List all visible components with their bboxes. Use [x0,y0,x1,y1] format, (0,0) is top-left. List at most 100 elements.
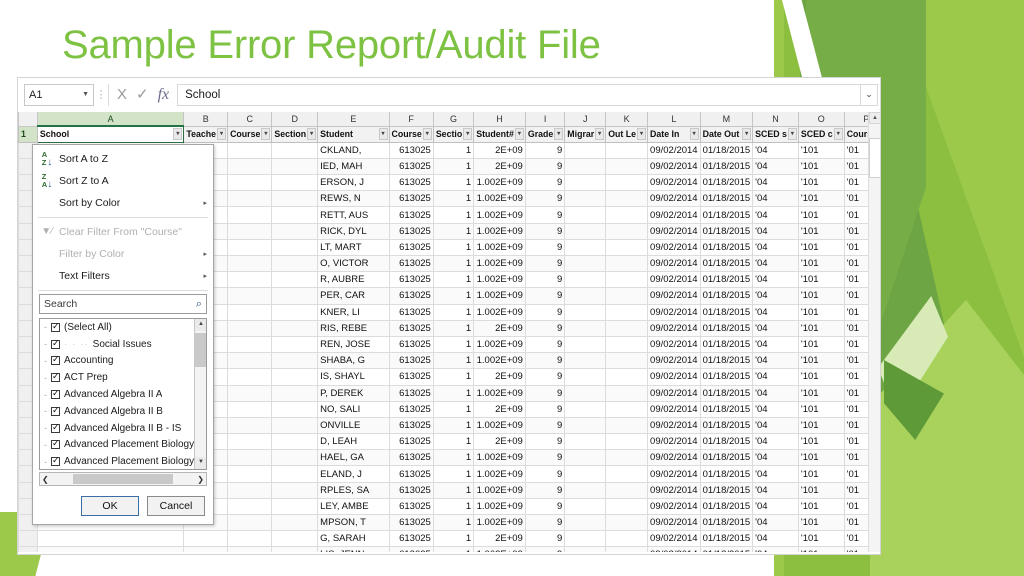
filter-arrow-icon[interactable]: ▾ [554,127,564,140]
cell-section_name[interactable] [271,174,319,192]
cell-section[interactable]: 1 [432,449,475,467]
cell-course[interactable]: 613025 [388,254,434,273]
cell-grade[interactable]: 9 [524,497,566,516]
cell-dateout[interactable]: 01/18/2015 [699,254,754,273]
cell-migrant[interactable] [564,222,607,240]
cell-datein[interactable]: 09/02/2014 [647,530,701,548]
cell-migrant[interactable] [564,287,607,305]
scroll-left-icon[interactable]: ❮ [42,475,49,484]
cell-course[interactable]: 613025 [388,530,434,548]
filter-arrow-icon[interactable]: ▾ [689,127,699,140]
filter-checkbox-list[interactable]: - (Select All) - · · ·· Social Issues - Accou… [39,318,207,470]
cell-studentnum[interactable]: 1.002E+09 [473,174,526,192]
cell-migrant[interactable] [564,174,607,192]
cell-grade[interactable]: 9 [524,449,566,467]
cell-dateout[interactable]: 01/18/2015 [699,384,754,402]
cell-course_name[interactable] [227,238,273,257]
cell-course[interactable]: 613025 [388,368,434,386]
cell-course_name[interactable] [227,174,273,192]
cell-outlet[interactable] [605,190,649,208]
vertical-scrollbar[interactable]: ▲ [868,112,880,552]
checkbox[interactable] [51,455,60,467]
cell-migrant[interactable] [564,303,607,321]
filter-list-item[interactable]: - · · ·· Social Issues [40,336,206,353]
cell-datein[interactable]: 09/02/2014 [647,546,701,552]
cell-section_name[interactable] [271,400,319,418]
cell-student[interactable]: LIS, JENN [317,546,390,552]
cell-section_name[interactable] [271,222,319,240]
cell-section_name[interactable] [271,465,319,483]
filter-arrow-icon[interactable]: ▾ [217,127,227,140]
cell-course[interactable]: 613025 [388,416,434,435]
filter-list-item[interactable]: - Advanced Algebra II A [40,386,206,403]
cell-migrant[interactable] [564,352,607,370]
cell-course[interactable]: 613025 [388,303,434,321]
cell-dateout[interactable]: 01/18/2015 [699,190,754,208]
cell-course_name[interactable] [227,546,273,552]
cell-studentnum[interactable]: 1.002E+09 [473,287,526,305]
cell-course_name[interactable] [227,352,273,370]
cell-studentnum[interactable]: 1.002E+09 [473,190,526,208]
cell-course[interactable]: 613025 [388,190,434,208]
cell-outlet[interactable] [605,530,649,548]
cell-section[interactable]: 1 [432,287,475,305]
cell-student[interactable]: IS, SHAYL [317,368,390,386]
cell-studentnum[interactable]: 1.002E+09 [473,206,526,224]
cell-section[interactable]: 1 [432,481,475,499]
cell-sced_s[interactable]: '04 [752,416,799,435]
cancel-icon[interactable]: X [117,87,127,102]
cell-outlet[interactable] [605,222,649,240]
column-filter-header-9[interactable]: Migrar ▾ [564,125,607,143]
filter-arrow-icon[interactable]: ▾ [742,127,752,140]
formula-input[interactable]: School [177,83,860,106]
column-filter-header-5[interactable]: Course ▾ [388,125,434,143]
column-header-i[interactable]: I [524,112,566,127]
row-number-1[interactable]: 1 [18,125,38,143]
cell-outlet[interactable] [605,368,649,386]
cell-studentnum[interactable]: 2E+09 [473,433,526,451]
cell-course_name[interactable] [227,287,273,305]
cell-section_name[interactable] [271,368,319,386]
cell-sced_c[interactable]: '101 [797,481,845,499]
cell-section[interactable]: 1 [432,238,475,257]
cell-studentnum[interactable]: 1.002E+09 [473,513,526,532]
cell-dateout[interactable]: 01/18/2015 [699,530,754,548]
table-row[interactable]: G, SARAH 613025 1 2E+09 9 09/02/2014 01/18/201… [18,530,880,548]
cell-course_name[interactable] [227,433,273,451]
cell-outlet[interactable] [605,335,649,354]
cell-section_name[interactable] [271,449,319,467]
cell-section_name[interactable] [271,433,319,451]
cell-grade[interactable]: 9 [524,303,566,321]
cell-sced_c[interactable]: '101 [797,546,845,552]
cell-section[interactable]: 1 [432,319,475,337]
cell-grade[interactable]: 9 [524,384,566,402]
cell-dateout[interactable]: 01/18/2015 [699,222,754,240]
cell-course_name[interactable] [227,384,273,402]
cell-datein[interactable]: 09/02/2014 [647,271,701,289]
cell-migrant[interactable] [564,141,607,159]
cell-outlet[interactable] [605,433,649,451]
cancel-button[interactable]: Cancel [147,496,205,516]
cell-migrant[interactable] [564,433,607,451]
cell-course_name[interactable] [227,206,273,224]
cell-sced_c[interactable]: '101 [797,384,845,402]
cell-dateout[interactable]: 01/18/2015 [699,481,754,499]
cell-section[interactable]: 1 [432,157,475,176]
checkbox[interactable] [51,405,60,416]
cell-datein[interactable]: 09/02/2014 [647,174,701,192]
cell-sced_s[interactable]: '04 [752,238,799,257]
scroll-down-icon[interactable]: ▼ [195,457,206,469]
cell-sced_c[interactable]: '101 [797,497,845,516]
cell-migrant[interactable] [564,449,607,467]
column-header-b[interactable]: B [183,112,229,127]
cell-dateout[interactable]: 01/18/2015 [699,433,754,451]
cell-sced_s[interactable]: '04 [752,206,799,224]
column-header-g[interactable]: G [432,112,475,127]
filter-search-input[interactable]: Search ⌕ [39,294,207,314]
cell-grade[interactable]: 9 [524,513,566,532]
column-header-m[interactable]: M [699,112,754,127]
cell-sced_s[interactable]: '04 [752,497,799,516]
cell-student[interactable]: REN, JOSE [317,335,390,354]
cell-section[interactable]: 1 [432,530,475,548]
cell-datein[interactable]: 09/02/2014 [647,481,701,499]
